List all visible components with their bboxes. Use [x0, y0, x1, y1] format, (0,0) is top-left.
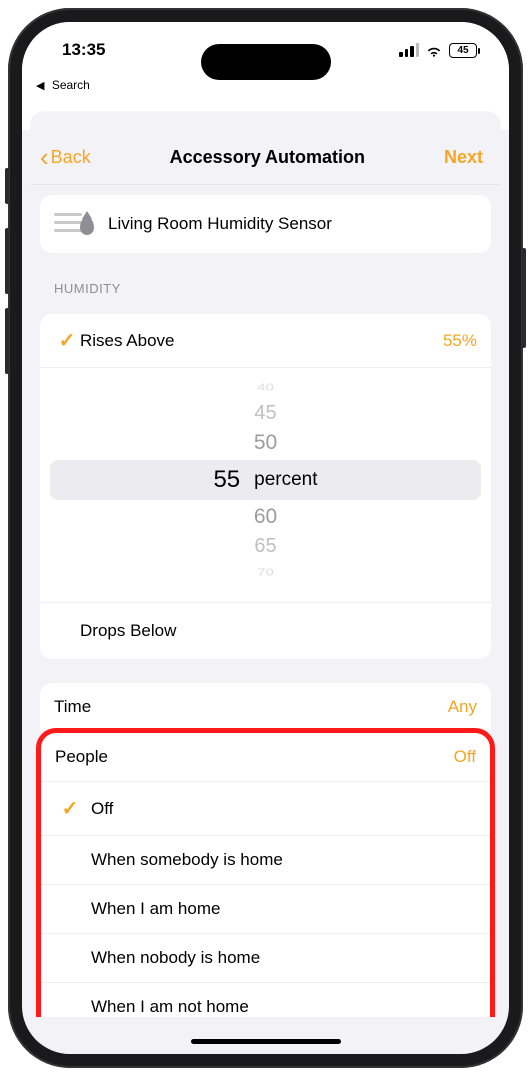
home-indicator[interactable]	[191, 1039, 341, 1044]
percent-picker[interactable]: 40 45 50 55 percent 60 65 70	[40, 368, 491, 602]
cellular-icon	[399, 43, 419, 57]
people-row[interactable]: People Off	[41, 733, 490, 782]
picker-option[interactable]: 45	[40, 399, 491, 428]
dynamic-island	[201, 44, 331, 80]
rises-above-value: 55%	[443, 331, 477, 351]
nav-bar: ‹ Back Accessory Automation Next	[30, 130, 501, 185]
back-button[interactable]: ‹ Back	[40, 144, 91, 170]
people-value: Off	[454, 747, 476, 767]
back-to-search[interactable]: ◀ Search	[22, 78, 509, 100]
humidity-icon	[54, 209, 96, 239]
picker-option[interactable]: 65	[40, 532, 491, 561]
picker-option[interactable]: 60	[40, 502, 491, 532]
page-title: Accessory Automation	[170, 147, 365, 168]
drops-below-row[interactable]: Drops Below	[40, 602, 491, 659]
check-icon: ✓	[54, 328, 80, 353]
people-option-i-am-home[interactable]: When I am home	[41, 885, 490, 934]
next-button[interactable]: Next	[444, 147, 483, 168]
time-value: Any	[448, 697, 477, 717]
people-option-somebody-home[interactable]: When somebody is home	[41, 836, 490, 885]
sensor-card: Living Room Humidity Sensor	[40, 195, 491, 253]
sensor-name: Living Room Humidity Sensor	[108, 214, 477, 234]
conditions-card: Time Any People Off ✓ Off When somebody …	[40, 683, 491, 1017]
picker-option[interactable]: 70	[40, 564, 491, 580]
status-time: 13:35	[62, 40, 105, 60]
chevron-left-icon: ‹	[40, 144, 49, 170]
picker-option[interactable]: 50	[40, 428, 491, 458]
people-option-i-not-home[interactable]: When I am not home	[41, 983, 490, 1017]
rises-above-row[interactable]: ✓ Rises Above 55%	[40, 314, 491, 368]
wifi-icon	[425, 43, 443, 57]
check-icon: ✓	[55, 796, 85, 821]
people-section-highlight: People Off ✓ Off When somebody is home W…	[36, 728, 495, 1017]
picker-option-selected[interactable]: 55 percent	[50, 460, 481, 500]
people-option-off[interactable]: ✓ Off	[41, 782, 490, 836]
people-option-nobody-home[interactable]: When nobody is home	[41, 934, 490, 983]
humidity-card: ✓ Rises Above 55% 40 45 50 55 percent 60…	[40, 314, 491, 659]
time-row[interactable]: Time Any	[40, 683, 491, 732]
battery-icon: 45	[449, 43, 477, 58]
humidity-section-label: HUMIDITY	[30, 253, 501, 304]
picker-option[interactable]: 40	[40, 379, 491, 395]
